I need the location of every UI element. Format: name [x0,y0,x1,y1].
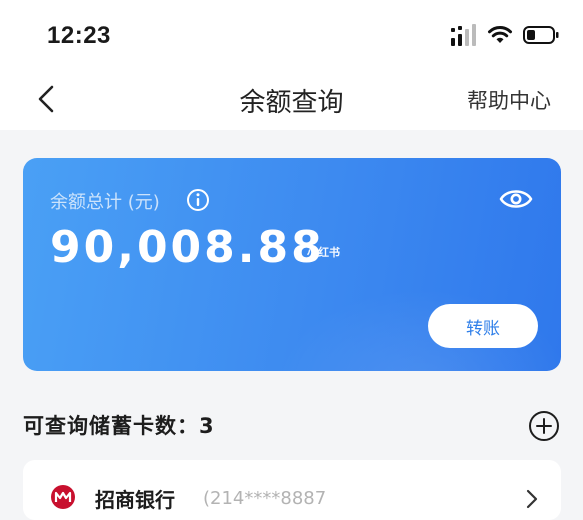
transfer-button[interactable]: 转账 [428,304,538,348]
add-card-icon[interactable] [528,410,560,442]
chevron-left-icon [38,85,54,113]
bank-logo-icon [51,485,75,509]
battery-icon [523,26,559,44]
bank-card-row[interactable]: 招商银行 (214****8887 [23,460,561,520]
balance-card: 余额总计 (元) 90,008.88 小红书 转账 [23,158,561,371]
balance-amount: 90,008.88 [50,222,325,273]
help-center-link[interactable]: 帮助中心 [467,85,551,115]
bank-card-number: (214****8887 [203,488,327,509]
chevron-right-icon [526,489,538,509]
cards-count-title: 可查询储蓄卡数：3 [23,414,215,438]
status-time: 12:23 [47,22,111,49]
bank-name: 招商银行 [95,488,175,512]
info-icon[interactable] [186,188,210,212]
balance-label: 余额总计 (元) [50,192,160,213]
watermark-text: 小红书 [307,246,340,259]
eye-icon[interactable] [499,186,533,212]
nav-bar: 余额查询 帮助中心 [0,70,583,130]
back-button[interactable] [30,82,66,118]
cellular-signal-icon [451,24,476,46]
status-bar: 12:23 [0,0,583,70]
status-icons [451,24,559,46]
wifi-icon [488,26,512,43]
